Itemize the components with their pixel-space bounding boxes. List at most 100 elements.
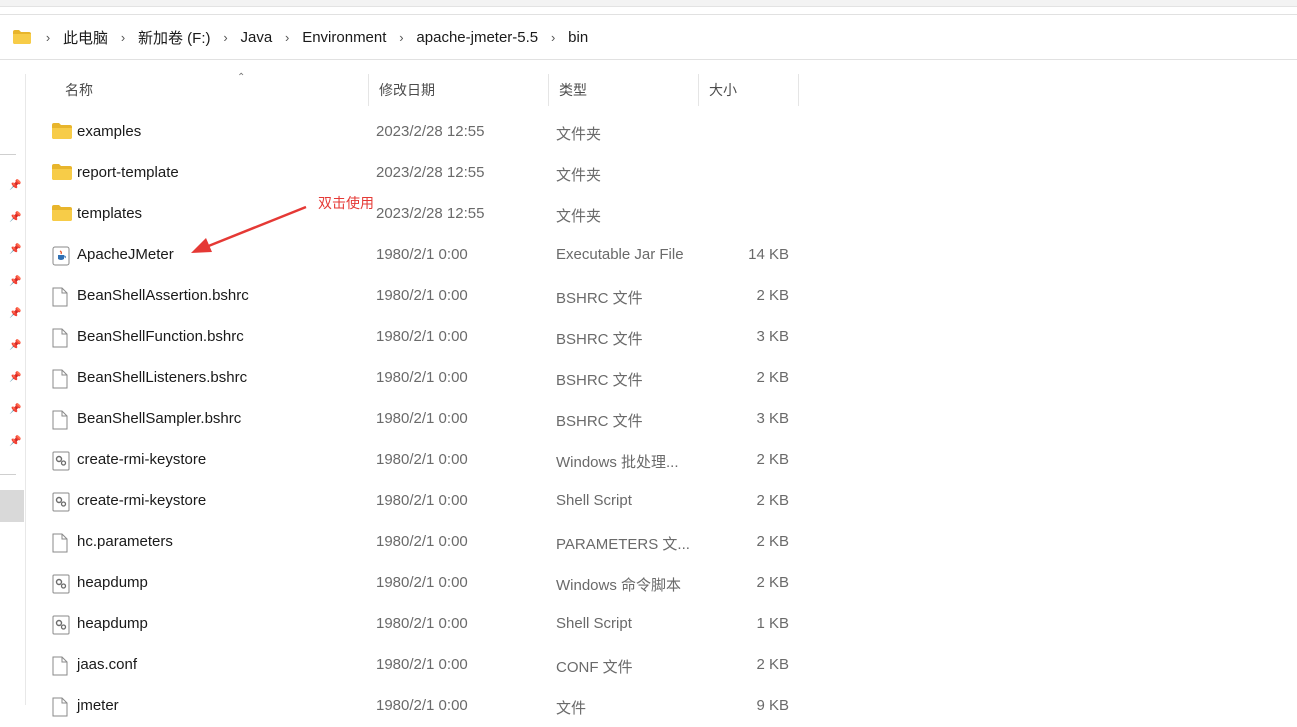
chevron-right-icon[interactable]: ›	[37, 30, 59, 45]
file-name: ApacheJMeter	[77, 246, 174, 263]
file-row[interactable]: heapdump 1980/2/1 0:00 Windows 命令脚本 2 KB	[25, 563, 1297, 604]
file-row[interactable]: create-rmi-keystore 1980/2/1 0:00 Shell Sc…	[25, 481, 1297, 522]
window-top-strip	[0, 0, 1297, 7]
file-date: 1980/2/1 0:00	[376, 656, 468, 673]
file-type: BSHRC 文件	[556, 331, 643, 348]
file-row[interactable]: hc.parameters 1980/2/1 0:00 PARAMETERS 文..…	[25, 522, 1297, 563]
file-name: templates	[77, 205, 143, 222]
navigation-pane[interactable]: 📌 📌 📌 📌 📌 📌 📌 📌 📌	[0, 74, 26, 705]
file-name: BeanShellListeners.bshrc	[77, 369, 248, 386]
breadcrumb-item[interactable]: Environment	[298, 26, 390, 49]
file-date: 1980/2/1 0:00	[376, 697, 468, 714]
file-type: 文件夹	[556, 208, 602, 225]
file-row[interactable]: ApacheJMeter 1980/2/1 0:00 Executable Jar …	[25, 235, 1297, 276]
file-row[interactable]: report-template 2023/2/28 12:55 文件夹	[25, 153, 1297, 194]
column-divider[interactable]	[798, 74, 799, 106]
file-type: Executable Jar File	[556, 246, 684, 263]
file-icon	[52, 410, 72, 430]
pin-icon[interactable]: 📌	[9, 373, 21, 383]
annotation-label: 双击使用	[318, 195, 374, 211]
folder-icon	[13, 30, 31, 44]
file-row[interactable]: BeanShellListeners.bshrc 1980/2/1 0:00 BSH…	[25, 358, 1297, 399]
column-header-type[interactable]: 类型	[549, 74, 699, 106]
column-header-name[interactable]: 名称 ⌃	[55, 72, 369, 106]
file-name: BeanShellFunction.bshrc	[77, 328, 244, 345]
breadcrumb-item[interactable]: 此电脑	[59, 24, 112, 51]
breadcrumb-item[interactable]: 新加卷 (F:)	[134, 24, 215, 51]
file-name: jaas.conf	[77, 656, 138, 673]
file-row[interactable]: BeanShellAssertion.bshrc 1980/2/1 0:00 BSH…	[25, 276, 1297, 317]
file-size: 3 KB	[756, 410, 789, 427]
file-date: 1980/2/1 0:00	[376, 287, 468, 304]
nav-selected-item[interactable]	[0, 490, 24, 522]
file-size: 2 KB	[756, 369, 789, 386]
file-size: 2 KB	[756, 574, 789, 591]
file-size: 2 KB	[756, 287, 789, 304]
chevron-right-icon[interactable]: ›	[215, 30, 237, 45]
pin-icon[interactable]: 📌	[9, 181, 21, 191]
file-row[interactable]: heapdump 1980/2/1 0:00 Shell Script 1 KB	[25, 604, 1297, 645]
file-row[interactable]: create-rmi-keystore 1980/2/1 0:00 Windows …	[25, 440, 1297, 481]
file-name: create-rmi-keystore	[77, 492, 207, 509]
breadcrumb: › 此电脑 › 新加卷 (F:) › Java › Environment › apache-jm…	[37, 24, 592, 51]
file-row[interactable]: jmeter 1980/2/1 0:00 文件 9 KB	[25, 686, 1297, 727]
chevron-right-icon[interactable]: ›	[542, 30, 564, 45]
file-name: heapdump	[77, 615, 148, 632]
file-name: hc.parameters	[77, 533, 173, 550]
chevron-right-icon[interactable]: ›	[390, 30, 412, 45]
file-row[interactable]: BeanShellFunction.bshrc 1980/2/1 0:00 BSHR…	[25, 317, 1297, 358]
file-type: 文件	[556, 700, 587, 717]
pin-icon[interactable]: 📌	[9, 277, 21, 287]
pin-icon[interactable]: 📌	[9, 245, 21, 255]
file-name: examples	[77, 123, 142, 140]
file-date: 2023/2/28 12:55	[376, 123, 485, 140]
file-date: 1980/2/1 0:00	[376, 369, 468, 386]
script-icon	[52, 615, 72, 635]
file-row[interactable]: jaas.conf 1980/2/1 0:00 CONF 文件 2 KB	[25, 645, 1297, 686]
pin-icon[interactable]: 📌	[9, 341, 21, 351]
script-icon	[52, 492, 72, 512]
breadcrumb-item[interactable]: apache-jmeter-5.5	[412, 26, 542, 49]
pin-icon[interactable]: 📌	[9, 309, 21, 319]
file-type: Shell Script	[556, 492, 632, 509]
chevron-right-icon[interactable]: ›	[112, 30, 134, 45]
file-row[interactable]: templates 2023/2/28 12:55 文件夹	[25, 194, 1297, 235]
file-name: report-template	[77, 164, 179, 181]
column-date-label: 修改日期	[379, 82, 435, 98]
column-header: 名称 ⌃ 修改日期 类型 大小	[25, 72, 1297, 106]
column-type-label: 类型	[559, 82, 587, 98]
pin-icon[interactable]: 📌	[9, 213, 21, 223]
folder-icon	[52, 164, 72, 184]
nav-divider	[0, 474, 16, 475]
breadcrumb-item[interactable]: Java	[237, 26, 277, 49]
file-icon	[52, 369, 72, 389]
pin-icon[interactable]: 📌	[9, 405, 21, 415]
file-date: 1980/2/1 0:00	[376, 410, 468, 427]
breadcrumb-item[interactable]: bin	[564, 26, 592, 49]
chevron-right-icon[interactable]: ›	[276, 30, 298, 45]
file-row[interactable]: BeanShellSampler.bshrc 1980/2/1 0:00 BSHRC…	[25, 399, 1297, 440]
file-name: BeanShellAssertion.bshrc	[77, 287, 249, 304]
file-row[interactable]: examples 2023/2/28 12:55 文件夹	[25, 112, 1297, 153]
column-header-date[interactable]: 修改日期	[369, 74, 549, 106]
file-size: 14 KB	[748, 246, 789, 263]
file-size: 2 KB	[756, 656, 789, 673]
script-icon	[52, 574, 72, 594]
file-icon	[52, 533, 72, 553]
file-type: CONF 文件	[556, 659, 633, 676]
file-type: BSHRC 文件	[556, 290, 643, 307]
file-type: PARAMETERS 文...	[556, 536, 690, 553]
sort-up-icon: ⌃	[237, 72, 246, 83]
pin-icon[interactable]: 📌	[9, 437, 21, 447]
file-icon	[52, 656, 72, 676]
file-type: 文件夹	[556, 126, 602, 143]
column-name-label: 名称	[65, 82, 93, 98]
file-size: 2 KB	[756, 451, 789, 468]
file-size: 1 KB	[756, 615, 789, 632]
file-date: 1980/2/1 0:00	[376, 615, 468, 632]
column-header-size[interactable]: 大小	[699, 74, 799, 106]
nav-divider	[0, 154, 16, 155]
file-icon	[52, 287, 72, 307]
address-bar[interactable]: › 此电脑 › 新加卷 (F:) › Java › Environment › apache-jm…	[0, 14, 1297, 60]
java-jar-icon	[52, 246, 72, 266]
